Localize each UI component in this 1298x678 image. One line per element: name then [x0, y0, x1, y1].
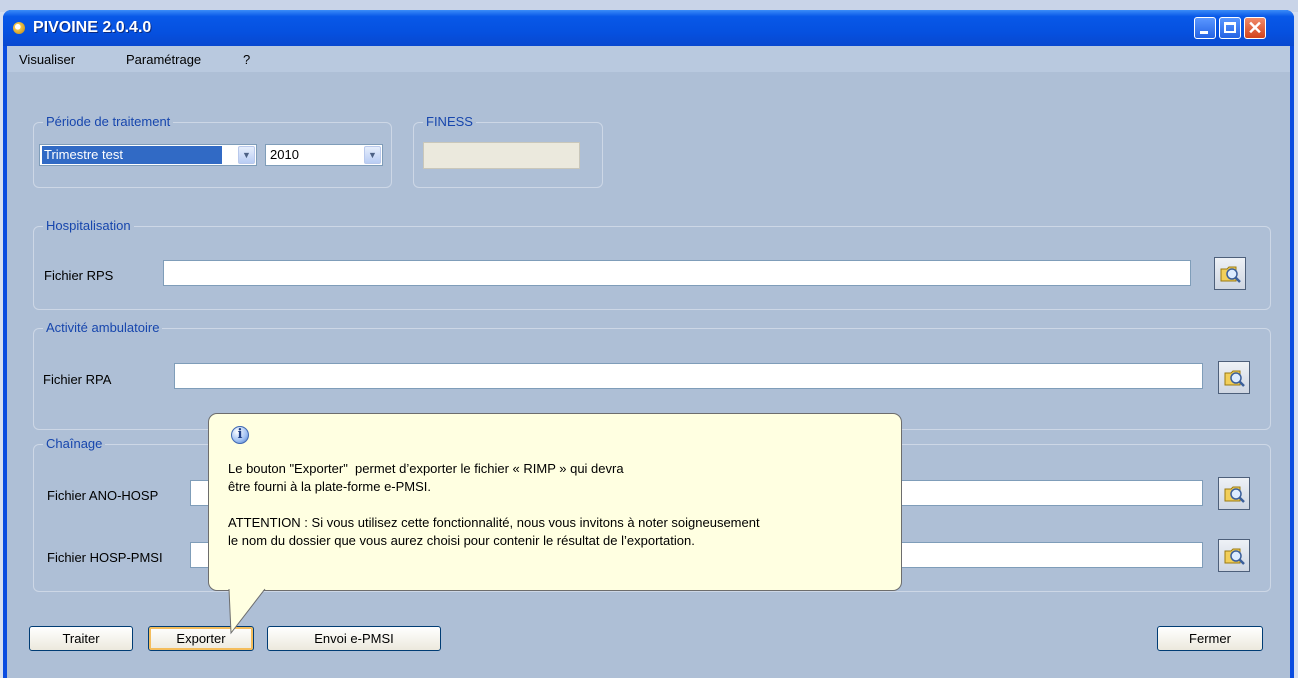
tooltip-line-3: ATTENTION : Si vous utilisez cette fonct… [228, 515, 760, 530]
finess-field [423, 142, 580, 169]
folder-search-icon [1224, 486, 1245, 503]
tooltip-line-1: Le bouton "Exporter" permet d’exporter l… [228, 461, 624, 476]
rps-browse-button[interactable] [1214, 257, 1246, 290]
hospitalisation-legend: Hospitalisation [43, 218, 134, 234]
annee-select[interactable]: 2010 ▼ [265, 144, 383, 166]
maximize-button[interactable] [1219, 17, 1241, 39]
info-icon: i [231, 426, 249, 444]
menu-parametrage[interactable]: Paramétrage [126, 52, 201, 67]
folder-search-icon [1224, 548, 1245, 565]
envoi-epmsi-button[interactable]: Envoi e-PMSI [267, 626, 441, 651]
menu-bar: Visualiser Paramétrage ? [7, 46, 1290, 72]
rpa-label: Fichier RPA [43, 372, 112, 387]
window-title: PIVOINE 2.0.4.0 [33, 19, 152, 36]
rpa-file-input[interactable] [174, 363, 1203, 389]
tooltip-line-4: le nom du dossier que vous aurez choisi … [228, 533, 695, 548]
close-button[interactable]: ✕ [1244, 17, 1266, 39]
chevron-down-icon[interactable]: ▼ [238, 146, 255, 164]
hosp-pmsi-label: Fichier HOSP-PMSI [47, 550, 163, 565]
folder-search-icon [1220, 266, 1241, 283]
traiter-button[interactable]: Traiter [29, 626, 133, 651]
minimize-button[interactable] [1194, 17, 1216, 39]
periode-legend: Période de traitement [43, 114, 174, 130]
tooltip-text: Le bouton "Exporter" permet d’exporter l… [228, 460, 760, 550]
chevron-down-icon[interactable]: ▼ [364, 146, 381, 164]
trimestre-select[interactable]: Trimestre test ▼ [39, 144, 257, 166]
rps-file-input[interactable] [163, 260, 1191, 286]
trimestre-value: Trimestre test [42, 146, 222, 164]
tooltip-pointer [228, 588, 266, 635]
minimize-icon [1200, 31, 1208, 34]
export-tooltip: i Le bouton "Exporter" permet d’exporter… [208, 413, 902, 591]
app-icon [13, 22, 25, 34]
finess-legend: FINESS [423, 114, 476, 130]
fermer-button[interactable]: Fermer [1157, 626, 1263, 651]
title-bar[interactable]: PIVOINE 2.0.4.0 ✕ [3, 10, 1294, 46]
hosp-pmsi-browse-button[interactable] [1218, 539, 1250, 572]
menu-help[interactable]: ? [243, 52, 250, 67]
close-icon: ✕ [1247, 18, 1263, 38]
folder-search-icon [1224, 370, 1245, 387]
ano-hosp-browse-button[interactable] [1218, 477, 1250, 510]
tooltip-line-2: être fourni à la plate-forme e-PMSI. [228, 479, 432, 494]
annee-value: 2010 [270, 147, 299, 162]
maximize-icon [1224, 22, 1236, 33]
rpa-browse-button[interactable] [1218, 361, 1250, 394]
ambulatoire-legend: Activité ambulatoire [43, 320, 163, 336]
chainage-legend: Chaînage [43, 436, 106, 452]
menu-visualiser[interactable]: Visualiser [19, 52, 75, 67]
ano-hosp-label: Fichier ANO-HOSP [47, 488, 159, 503]
rps-label: Fichier RPS [44, 268, 114, 283]
